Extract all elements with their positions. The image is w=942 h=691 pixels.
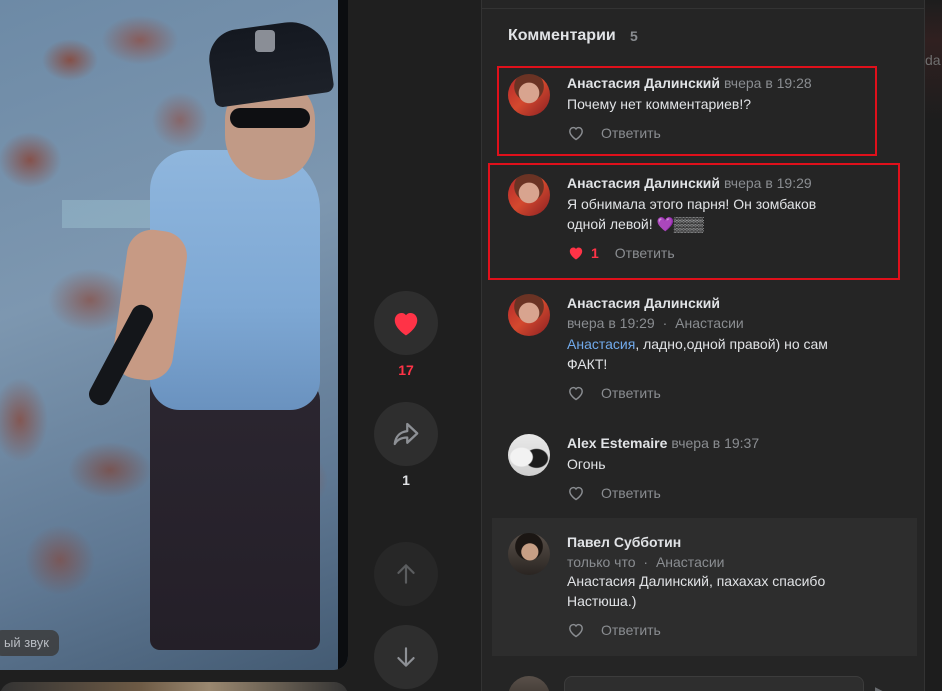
heart-outline-icon bbox=[569, 623, 583, 638]
comment-input[interactable] bbox=[564, 676, 864, 691]
likes-count: 17 bbox=[398, 362, 414, 378]
reply-to-link[interactable]: Анастасии bbox=[675, 315, 744, 331]
comment-meta: только что · Анастасии bbox=[567, 554, 725, 570]
comments-title: Комментарии bbox=[508, 27, 616, 44]
comment-text-line: Настюша.) bbox=[567, 593, 637, 609]
comment-text-line: Анастасия Далинский, пахахах спасибо bbox=[567, 573, 826, 589]
comment-actions: Ответить bbox=[567, 485, 661, 501]
arrow-down-icon bbox=[397, 647, 415, 667]
comment-author[interactable]: Павел Субботин bbox=[567, 534, 681, 550]
sound-label[interactable]: ый звук bbox=[0, 630, 59, 656]
avatar[interactable] bbox=[508, 294, 550, 336]
comments-count: 5 bbox=[630, 28, 638, 44]
reply-button[interactable]: Ответить bbox=[601, 622, 661, 638]
right-edge-strip: da bbox=[925, 0, 942, 691]
comments-panel: Комментарии 5 Анастасия Далинский вчера в… bbox=[481, 0, 925, 691]
comment-actions: Ответить bbox=[567, 622, 661, 638]
shares-count: 1 bbox=[402, 472, 410, 488]
composer-avatar bbox=[508, 676, 550, 691]
reply-button[interactable]: Ответить bbox=[601, 485, 661, 501]
previous-video-button[interactable] bbox=[374, 542, 438, 606]
reply-to-link[interactable]: Анастасии bbox=[656, 554, 725, 570]
comment-text: Анастасия, ладно,одной правой) но сам ФА… bbox=[567, 334, 887, 374]
next-video-button[interactable] bbox=[374, 625, 438, 689]
meta-separator: · bbox=[662, 315, 668, 331]
comment-meta: вчера в 19:29 · Анастасии bbox=[567, 315, 744, 331]
annotation-box bbox=[497, 66, 877, 156]
heart-icon bbox=[394, 313, 418, 336]
comment-text: Анастасия Далинский, пахахах спасибо Нас… bbox=[567, 571, 887, 611]
comment-text: Огонь bbox=[567, 456, 606, 472]
annotation-box bbox=[488, 163, 900, 280]
video-figure-pants bbox=[150, 380, 320, 650]
comment-text-line: ФАКТ! bbox=[567, 356, 608, 372]
comment-time[interactable]: вчера в 19:29 bbox=[567, 315, 655, 331]
send-icon[interactable]: ▶ bbox=[875, 684, 889, 691]
comment-author[interactable]: Alex Estemaire вчера в 19:37 bbox=[567, 435, 759, 451]
video-edge bbox=[338, 0, 348, 670]
comment-like-button[interactable] bbox=[567, 622, 585, 638]
comment-time[interactable]: вчера в 19:37 bbox=[671, 435, 759, 451]
partial-label: da bbox=[925, 52, 941, 68]
arrow-up-icon bbox=[397, 564, 415, 584]
share-button[interactable] bbox=[374, 402, 438, 466]
meta-separator: · bbox=[643, 554, 649, 570]
reply-button[interactable]: Ответить bbox=[601, 385, 661, 401]
heart-outline-icon bbox=[569, 486, 583, 501]
avatar[interactable] bbox=[508, 434, 550, 476]
comment-text-line: Анастасия, ладно,одной правой) но сам bbox=[567, 336, 828, 352]
video-player[interactable]: ый звук bbox=[0, 0, 348, 670]
comment-like-button[interactable] bbox=[567, 385, 585, 401]
panel-divider bbox=[482, 8, 924, 9]
mention-link[interactable]: Анастасия bbox=[567, 336, 635, 352]
comment-like-button[interactable] bbox=[567, 485, 585, 501]
share-arrow-icon bbox=[393, 422, 419, 446]
comment-author[interactable]: Анастасия Далинский bbox=[567, 295, 720, 311]
video-figure-glasses bbox=[230, 108, 310, 128]
like-button[interactable] bbox=[374, 291, 438, 355]
video-figure-badge bbox=[255, 30, 275, 52]
heart-outline-icon bbox=[569, 386, 583, 401]
comment-time[interactable]: только что bbox=[567, 554, 636, 570]
comment-actions: Ответить bbox=[567, 385, 661, 401]
avatar[interactable] bbox=[508, 533, 550, 575]
next-video-preview[interactable] bbox=[0, 682, 348, 691]
